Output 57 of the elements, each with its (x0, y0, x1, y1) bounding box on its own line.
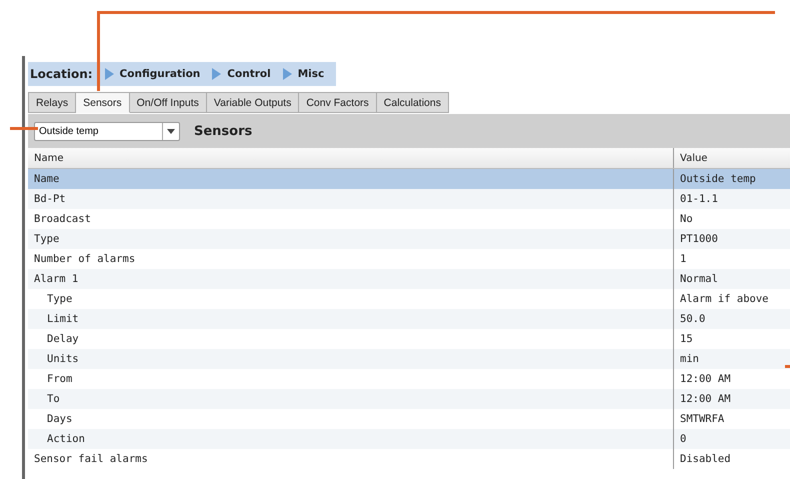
property-value: 1 (680, 253, 686, 265)
property-name: Broadcast (34, 213, 91, 225)
property-value: 01-1.1 (680, 193, 718, 205)
chevron-icon (282, 68, 292, 80)
column-header: Name (33, 152, 65, 166)
table-row[interactable]: Units min (28, 349, 790, 369)
property-value: 12:00 AM (680, 373, 731, 385)
table-row[interactable]: To 12:00 AM (28, 389, 790, 409)
property-name: To (47, 393, 60, 405)
chevron-icon (212, 68, 222, 80)
property-value: Outside temp (680, 173, 756, 185)
property-value: SMTWRFA (680, 413, 724, 425)
property-value: min (680, 353, 699, 365)
tab[interactable]: Calculations (376, 92, 449, 113)
tab[interactable]: On/Off Inputs (130, 92, 207, 113)
table-row[interactable]: Limit 50.0 (28, 309, 790, 329)
property-value: 12:00 AM (680, 393, 731, 405)
sensor-dropdown[interactable]: Outside temp (34, 122, 180, 140)
leader-line (10, 127, 38, 130)
table-row[interactable]: Bd-Pt 01-1.1 (28, 189, 790, 209)
property-name: Limit (47, 313, 79, 325)
property-name: Bd-Pt (34, 193, 66, 205)
property-value: Alarm if above (680, 293, 769, 305)
property-name: Delay (47, 333, 79, 345)
breadcrumb-link[interactable]: Configuration (120, 68, 200, 80)
table-row[interactable]: Type PT1000 (28, 229, 790, 249)
property-value: No (680, 213, 693, 225)
tab[interactable]: Conv Factors (299, 92, 377, 113)
tab[interactable]: Sensors (76, 92, 130, 113)
property-name: Name (34, 173, 60, 185)
property-name: Type (47, 293, 72, 305)
section-title: Sensors (194, 124, 252, 138)
property-name: Type (34, 233, 60, 245)
property-value: PT1000 (680, 233, 718, 245)
tab[interactable]: Variable Outputs (206, 92, 300, 113)
property-value: Normal (680, 273, 718, 285)
property-value: 50.0 (680, 313, 706, 325)
property-name: Units (47, 353, 79, 365)
property-name: Alarm 1 (34, 273, 78, 285)
tab[interactable]: Relays (28, 92, 76, 113)
property-name: Action (47, 433, 85, 445)
column-header: Value (673, 148, 790, 168)
breadcrumb-link[interactable]: Misc (298, 68, 324, 80)
table-row[interactable]: Alarm 1 Normal (28, 269, 790, 289)
property-value: 0 (680, 433, 686, 445)
table-row[interactable]: Name Outside temp (28, 169, 790, 189)
location-label: Location: (30, 67, 93, 81)
table-row[interactable]: Action 0 (28, 429, 790, 449)
property-name: From (47, 373, 72, 385)
caret-icon (167, 128, 175, 134)
breadcrumb-link[interactable]: Control (227, 68, 271, 80)
property-name: Sensor fail alarms (34, 453, 148, 465)
property-name: Days (47, 413, 72, 425)
chevron-icon (104, 68, 114, 80)
property-value: 15 (680, 333, 693, 345)
property-value: Disabled (680, 453, 731, 465)
property-name: Number of alarms (34, 253, 136, 265)
